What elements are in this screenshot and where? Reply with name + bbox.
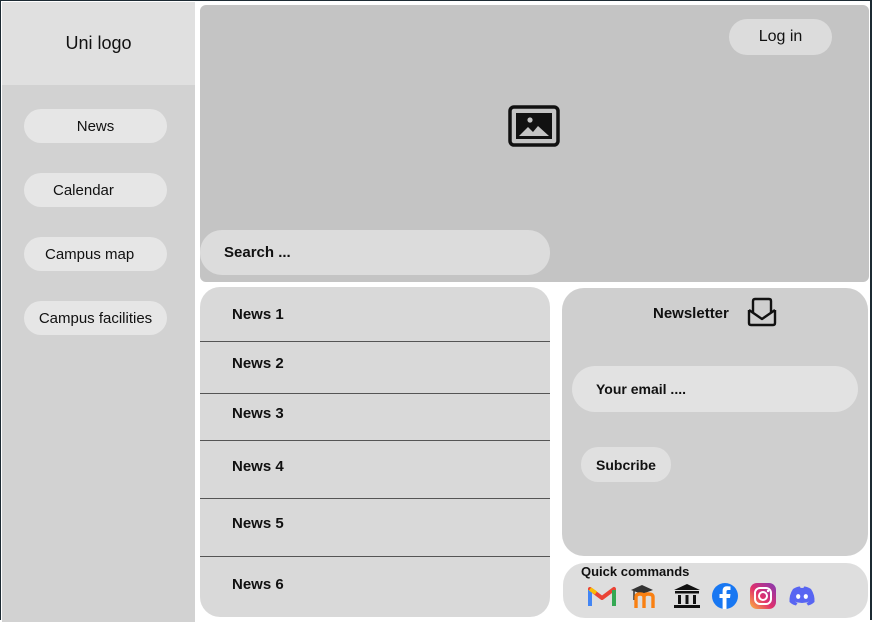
mail-icon [747, 297, 777, 327]
divider [200, 498, 550, 499]
gmail-icon[interactable] [587, 582, 617, 610]
news-list: News 1 News 2 News 3 News 4 News 5 News … [200, 287, 550, 617]
uni-logo[interactable]: Uni logo [2, 2, 195, 85]
news-item-label: News 6 [232, 576, 284, 593]
divider [200, 440, 550, 441]
login-button[interactable]: Log in [729, 19, 832, 55]
sidebar-item-calendar[interactable]: Calendar [24, 173, 167, 207]
discord-icon[interactable] [787, 582, 817, 610]
news-item-label: News 3 [232, 405, 284, 422]
news-item-label: News 1 [232, 306, 284, 323]
sidebar-item-campus-map[interactable]: Campus map [24, 237, 167, 271]
divider [200, 393, 550, 394]
university-icon[interactable] [672, 582, 702, 610]
facebook-icon[interactable] [710, 582, 740, 610]
sidebar-item-news[interactable]: News [24, 109, 167, 143]
divider [200, 341, 550, 342]
instagram-icon[interactable] [748, 582, 778, 610]
quick-commands-title: Quick commands [581, 564, 690, 579]
news-item-label: News 2 [232, 355, 284, 372]
newsletter-panel [562, 288, 868, 556]
divider [200, 556, 550, 557]
sidebar-item-campus-facilities[interactable]: Campus facilities [24, 301, 167, 335]
subscribe-button[interactable]: Subcribe [581, 447, 671, 482]
news-item-label: News 5 [232, 515, 284, 532]
search-input[interactable]: Search ... [200, 230, 550, 275]
newsletter-title: Newsletter [653, 305, 729, 322]
news-item-label: News 4 [232, 458, 284, 475]
moodle-icon[interactable] [630, 582, 660, 610]
image-icon [508, 105, 560, 147]
email-field[interactable]: Your email .... [572, 366, 858, 412]
